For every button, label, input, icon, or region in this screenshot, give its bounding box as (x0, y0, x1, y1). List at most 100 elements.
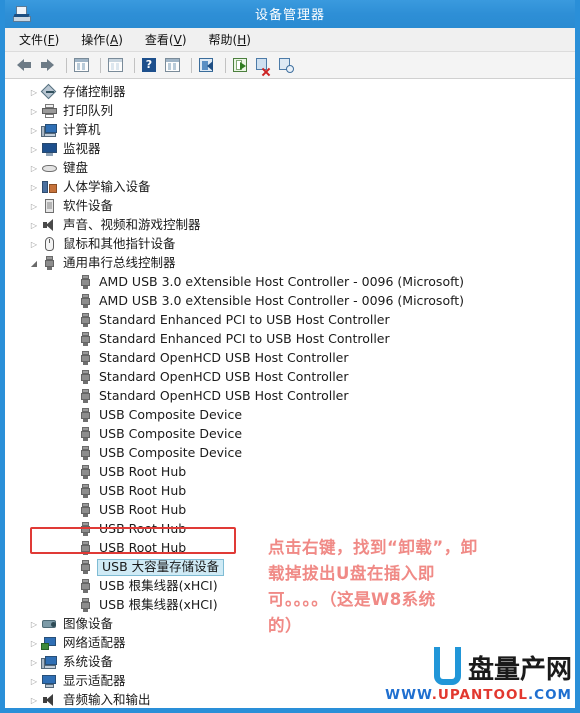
tree-item-label: 人体学输入设备 (63, 179, 151, 195)
chevron-right-icon[interactable]: ▷ (27, 677, 41, 686)
tree-item-label: USB Root Hub (99, 464, 187, 480)
view-icon[interactable] (106, 55, 126, 75)
tree-item-label: Standard OpenHCD USB Host Controller (99, 388, 349, 404)
tree-item[interactable]: Standard OpenHCD USB Host Controller (5, 387, 575, 406)
watermark-logo: 盘量产网 (372, 647, 572, 685)
scan-hardware-changes-icon[interactable] (197, 55, 217, 75)
chevron-right-icon[interactable]: ▷ (27, 620, 41, 629)
tree-item[interactable]: Standard Enhanced PCI to USB Host Contro… (5, 311, 575, 330)
tree-item[interactable]: USB Composite Device (5, 444, 575, 463)
tree-item[interactable]: Standard Enhanced PCI to USB Host Contro… (5, 330, 575, 349)
uninstall-device-icon[interactable] (254, 55, 274, 77)
tree-item-label: 软件设备 (63, 198, 114, 214)
tree-item[interactable]: ▷ 计算机 (5, 121, 575, 140)
usb-icon (77, 522, 94, 537)
chevron-right-icon[interactable]: ▷ (27, 221, 41, 230)
tree-item-label: 显示适配器 (63, 673, 126, 689)
tree-item[interactable]: Standard OpenHCD USB Host Controller (5, 368, 575, 387)
tree-item[interactable]: AMD USB 3.0 eXtensible Host Controller -… (5, 273, 575, 292)
monitor-icon (41, 142, 58, 157)
refresh-icon[interactable] (277, 55, 297, 75)
menu-action-accel: A (110, 33, 119, 47)
tree-item[interactable]: ▷ 键盘 (5, 159, 575, 178)
usb-icon (77, 408, 94, 423)
chevron-right-icon[interactable]: ▷ (27, 183, 41, 192)
tree-item-label: 音频输入和输出 (63, 692, 151, 708)
computer-icon (41, 123, 58, 138)
chevron-down-icon[interactable]: ◢ (27, 259, 41, 268)
chevron-right-icon[interactable]: ▷ (27, 145, 41, 154)
tree-item-label: 图像设备 (63, 616, 114, 632)
menu-view[interactable]: 查看(V) (145, 31, 187, 48)
tree-item[interactable]: ▷ 人体学输入设备 (5, 178, 575, 197)
tree-item-label: 声音、视频和游戏控制器 (63, 217, 201, 233)
annotation-line-1: 点击右键，找到“卸载”，卸 (268, 538, 478, 557)
tree-item-label: 存储控制器 (63, 84, 126, 100)
chevron-right-icon[interactable]: ▷ (27, 240, 41, 249)
tree-item[interactable]: Standard OpenHCD USB Host Controller (5, 349, 575, 368)
software-device-icon (41, 199, 58, 214)
annotation-line-3: 可。。。。（这是W8系统 (268, 590, 436, 609)
tree-item[interactable]: ▷ 软件设备 (5, 197, 575, 216)
menu-action[interactable]: 操作(A) (81, 31, 123, 48)
menu-view-accel: V (173, 33, 182, 47)
chevron-right-icon[interactable]: ▷ (27, 88, 41, 97)
tree-item-label: AMD USB 3.0 eXtensible Host Controller -… (99, 293, 465, 309)
url-domain: UPANTOOL (437, 687, 529, 703)
system-device-icon (41, 655, 58, 670)
tree-item[interactable]: ▷ 鼠标和其他指针设备 (5, 235, 575, 254)
tree-item[interactable]: ▷ 监视器 (5, 140, 575, 159)
storage-controller-icon (41, 85, 58, 100)
tree-item-label: Standard OpenHCD USB Host Controller (99, 350, 349, 366)
chevron-right-icon[interactable]: ▷ (27, 696, 41, 705)
chevron-right-icon[interactable]: ▷ (27, 658, 41, 667)
menu-file[interactable]: 文件(F) (19, 31, 59, 48)
tree-item-label: USB Composite Device (99, 426, 243, 442)
tree-item-label: 系统设备 (63, 654, 114, 670)
tree-item[interactable]: USB Root Hub (5, 482, 575, 501)
tree-item[interactable]: ◢ 通用串行总线控制器 (5, 254, 575, 273)
tree-item-label: 键盘 (63, 160, 89, 176)
menu-file-label: 文件 (19, 33, 44, 47)
usb-icon (77, 427, 94, 442)
tree-item[interactable]: USB Composite Device (5, 406, 575, 425)
annotation-text: 点击右键，找到“卸载”，卸 载掉拔出U盘在插入即 可。。。。（这是W8系统 的） (268, 535, 568, 639)
forward-icon[interactable] (38, 55, 58, 75)
tree-item-label: 监视器 (63, 141, 101, 157)
chevron-right-icon[interactable]: ▷ (27, 107, 41, 116)
menu-action-label: 操作 (81, 33, 106, 47)
tree-item[interactable]: ▷ 打印队列 (5, 102, 575, 121)
update-driver-icon[interactable] (231, 55, 251, 75)
tree-item-label: 计算机 (63, 122, 101, 138)
tree-item-label: 通用串行总线控制器 (63, 255, 176, 271)
tree-item-label: Standard Enhanced PCI to USB Host Contro… (99, 331, 390, 347)
back-icon[interactable] (15, 55, 35, 75)
show-hidden-devices-icon[interactable] (163, 55, 183, 75)
chevron-right-icon[interactable]: ▷ (27, 639, 41, 648)
tree-item[interactable]: AMD USB 3.0 eXtensible Host Controller -… (5, 292, 575, 311)
tree-item[interactable]: USB Root Hub (5, 501, 575, 520)
properties-icon[interactable] (72, 55, 92, 75)
tree-item[interactable]: ▷ 声音、视频和游戏控制器 (5, 216, 575, 235)
url-tld: COM (534, 687, 572, 703)
chevron-right-icon[interactable]: ▷ (27, 164, 41, 173)
tree-item[interactable]: USB Root Hub (5, 463, 575, 482)
usb-icon (77, 294, 94, 309)
tree-item-label: 网络适配器 (63, 635, 126, 651)
usb-icon (77, 484, 94, 499)
toolbar-separator (225, 57, 226, 73)
usb-icon (77, 503, 94, 518)
usb-icon (77, 560, 94, 575)
audio-io-icon (41, 693, 58, 708)
annotation-line-4: 的） (268, 616, 302, 635)
toolbar: ? (5, 52, 575, 79)
help-icon[interactable]: ? (140, 55, 160, 75)
chevron-right-icon[interactable]: ▷ (27, 126, 41, 135)
usb-icon (77, 446, 94, 461)
menu-help[interactable]: 帮助(H) (209, 31, 251, 48)
tree-item-label: USB Root Hub (99, 483, 187, 499)
tree-item[interactable]: ▷ 存储控制器 (5, 83, 575, 102)
usb-icon (77, 579, 94, 594)
chevron-right-icon[interactable]: ▷ (27, 202, 41, 211)
tree-item[interactable]: USB Composite Device (5, 425, 575, 444)
